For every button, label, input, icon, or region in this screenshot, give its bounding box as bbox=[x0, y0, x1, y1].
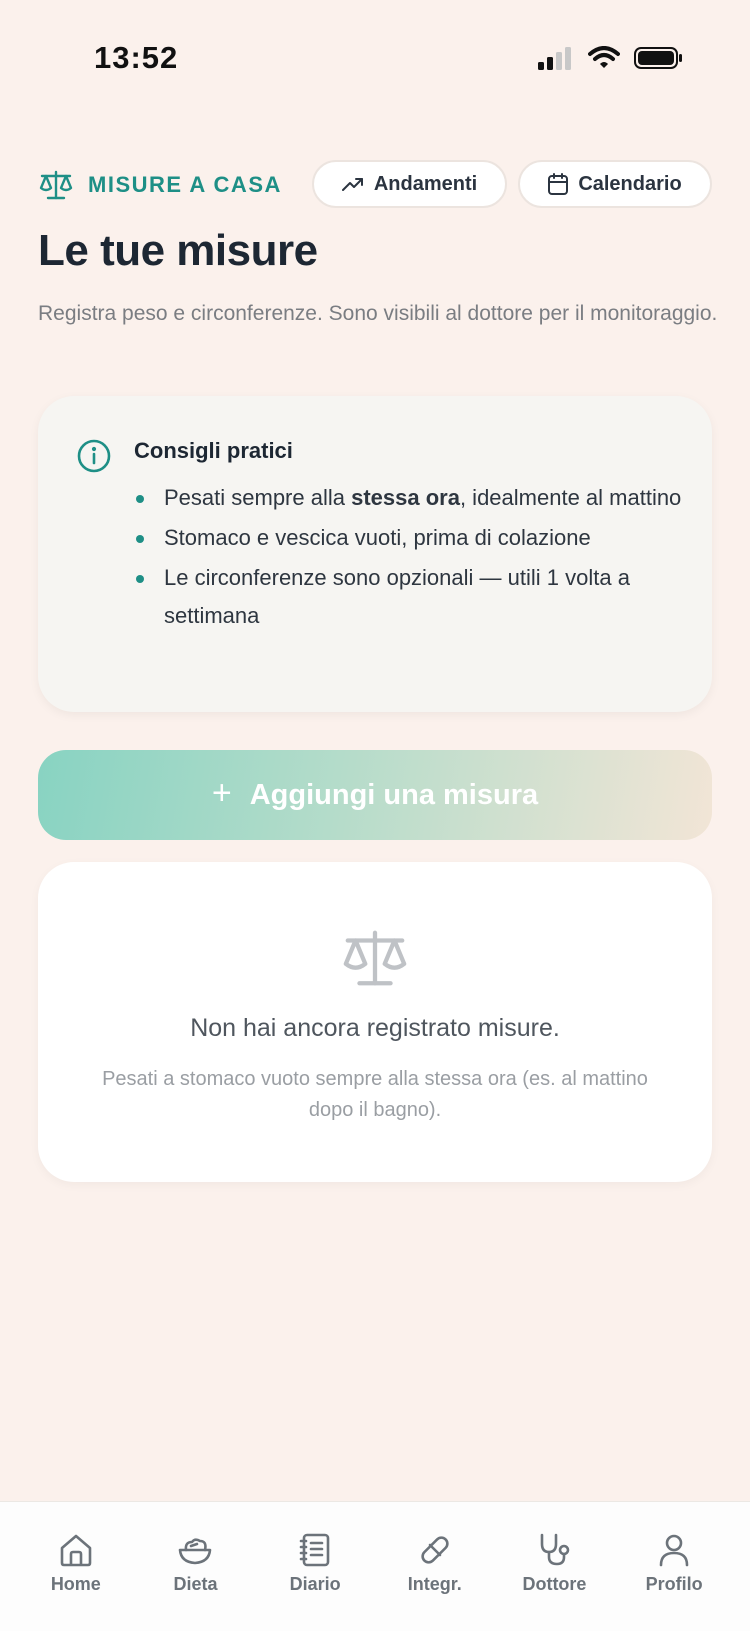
notebook-icon bbox=[299, 1533, 330, 1567]
trending-up-icon bbox=[341, 178, 363, 191]
status-time: 13:52 bbox=[94, 40, 179, 75]
tab-profile[interactable]: Profilo bbox=[619, 1502, 729, 1631]
trends-button[interactable]: Andamenti bbox=[312, 160, 507, 208]
tab-label: Integr. bbox=[407, 1574, 462, 1594]
tab-label: Dottore bbox=[522, 1574, 587, 1594]
tab-diet[interactable]: Dieta bbox=[140, 1502, 250, 1631]
tab-label: Home bbox=[50, 1574, 101, 1594]
home-icon bbox=[60, 1534, 92, 1567]
scale-icon bbox=[39, 170, 73, 200]
add-measure-button[interactable]: + Aggiungi una misura bbox=[38, 750, 712, 840]
empty-state-card: Non hai ancora registrato misure. Pesati… bbox=[38, 862, 712, 1182]
tip-item: Le circonferenze sono opzionali — utili … bbox=[134, 559, 694, 635]
salad-bowl-icon bbox=[179, 1538, 212, 1565]
calendar-button[interactable]: Calendario bbox=[518, 160, 712, 208]
tab-label: Profilo bbox=[645, 1574, 703, 1594]
calendar-icon bbox=[548, 173, 569, 195]
tip-item: Stomaco e vescica vuoti, prima di colazi… bbox=[134, 519, 694, 557]
status-bar: 13:52 bbox=[0, 0, 750, 120]
empty-state-title: Non hai ancora registrato misure. bbox=[190, 1014, 560, 1042]
tips-list: Pesati sempre alla stessa ora, idealment… bbox=[134, 479, 694, 637]
calendar-label: Calendario bbox=[578, 172, 682, 195]
tab-bar: Home Dieta Diario Integr. Dottore Profil… bbox=[0, 1501, 750, 1631]
status-icons bbox=[538, 46, 684, 70]
wifi-icon bbox=[588, 46, 620, 68]
page-title: Le tue misure bbox=[38, 226, 318, 275]
cellular-signal-icon bbox=[538, 47, 571, 70]
tip-item: Pesati sempre alla stessa ora, idealment… bbox=[134, 479, 694, 517]
info-icon bbox=[77, 439, 111, 473]
empty-state-subtitle: Pesati a stomaco vuoto sempre alla stess… bbox=[102, 1068, 648, 1121]
trends-label: Andamenti bbox=[373, 172, 478, 195]
tab-home[interactable]: Home bbox=[21, 1502, 131, 1631]
scale-icon bbox=[343, 930, 407, 986]
header-row: MISURE A CASA Andamenti Calendario bbox=[38, 160, 712, 210]
section-label: MISURE A CASA bbox=[88, 172, 282, 197]
user-icon bbox=[659, 1534, 689, 1567]
tips-card: Consigli pratici Pesati sempre alla stes… bbox=[38, 396, 712, 712]
battery-icon bbox=[634, 47, 682, 69]
section-tag: MISURE A CASA bbox=[38, 169, 282, 201]
tab-label: Dieta bbox=[173, 1574, 218, 1594]
tab-diary[interactable]: Diario bbox=[260, 1502, 370, 1631]
pill-icon bbox=[421, 1536, 449, 1564]
tab-supplements[interactable]: Integr. bbox=[380, 1502, 490, 1631]
page-subtitle: Registra peso e circonferenze. Sono visi… bbox=[38, 302, 718, 325]
tab-label: Diario bbox=[289, 1574, 341, 1594]
add-measure-label: Aggiungi una misura bbox=[249, 778, 539, 811]
tips-title: Consigli pratici bbox=[134, 438, 293, 463]
plus-icon: + bbox=[211, 773, 232, 812]
tab-doctor[interactable]: Dottore bbox=[499, 1502, 609, 1631]
stethoscope-icon bbox=[541, 1533, 570, 1566]
